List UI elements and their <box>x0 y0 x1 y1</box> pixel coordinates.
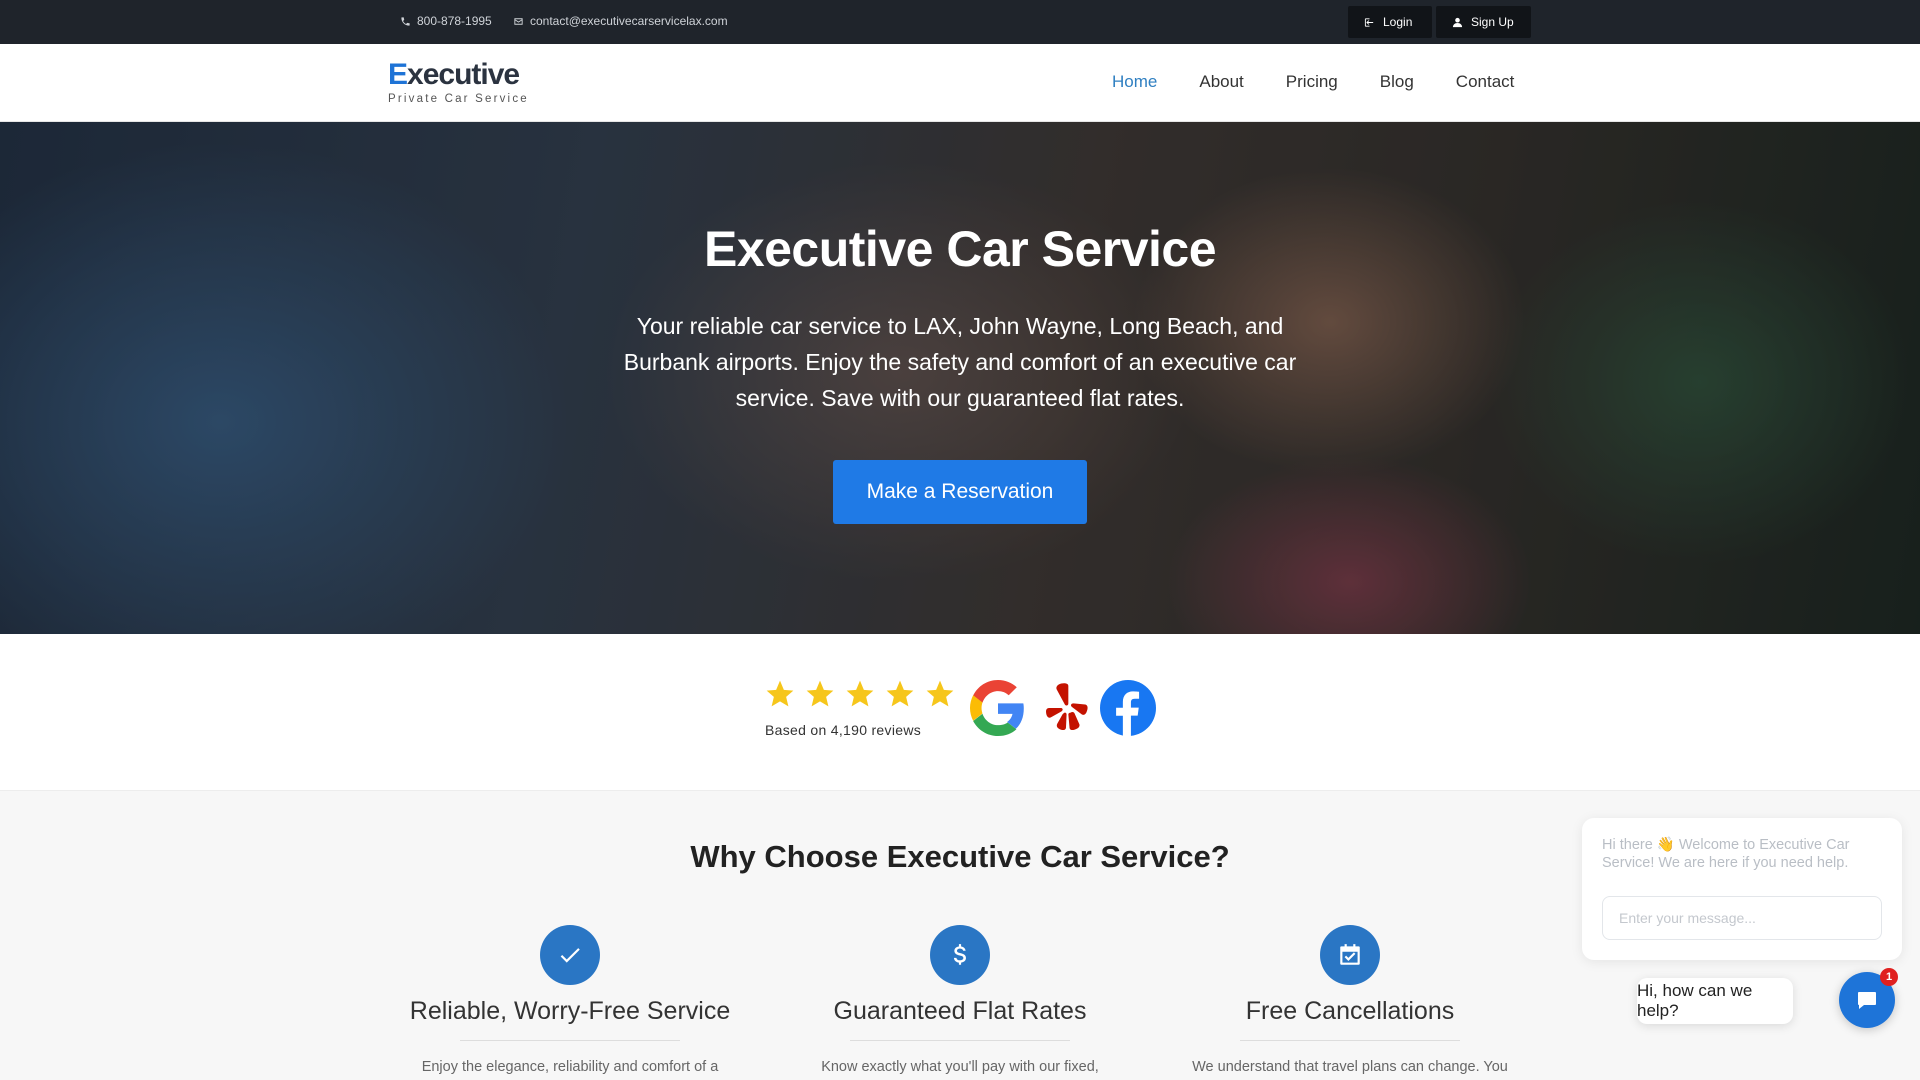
feature-title: Reliable, Worry-Free Service <box>409 997 731 1025</box>
chat-icon <box>1858 992 1876 1009</box>
site-logo[interactable]: Executive Private Car Service <box>388 60 529 106</box>
chat-greeting: Hi there 👋 Welcome to Executive Car Serv… <box>1602 837 1850 871</box>
star-icon <box>924 678 956 710</box>
star-icon <box>804 678 836 710</box>
signup-button[interactable]: Sign Up <box>1436 6 1531 38</box>
feature-divider <box>850 1040 1070 1041</box>
facebook-logo-icon[interactable] <box>1100 680 1156 736</box>
feature-divider <box>1240 1040 1460 1041</box>
google-logo-icon[interactable] <box>970 680 1026 736</box>
user-icon <box>1452 17 1463 27</box>
logo-subtitle: Private Car Service <box>388 93 529 105</box>
why-title-suffix: Executive Car Service? <box>878 839 1230 874</box>
email-address: contact@executivecarservicelax.com <box>530 14 728 28</box>
feature-flat-rates: Guaranteed Flat Rates Know exactly what … <box>780 925 1140 1075</box>
check-icon <box>540 925 600 985</box>
hero-description: Your reliable car service to LAX, John W… <box>623 313 1297 411</box>
unread-badge: 1 <box>1880 968 1898 986</box>
phone-number: 800-878-1995 <box>417 14 492 28</box>
chat-message-input[interactable] <box>1602 896 1882 940</box>
make-reservation-button[interactable]: Make a Reservation <box>833 460 1087 524</box>
nav-home[interactable]: Home <box>1112 72 1157 92</box>
feature-text: We understand that travel plans can chan… <box>1192 1059 1508 1075</box>
email-contact[interactable]: contact@executivecarservicelax.com <box>513 14 728 28</box>
why-title-prefix: Why <box>690 839 765 874</box>
signup-label: Sign Up <box>1471 15 1514 29</box>
feature-text: Enjoy the elegance, reliability and comf… <box>421 1059 719 1075</box>
feature-divider <box>460 1040 680 1041</box>
star-icon <box>884 678 916 710</box>
nav-blog[interactable]: Blog <box>1380 72 1414 92</box>
nav-about[interactable]: About <box>1199 72 1243 92</box>
reviews-count: Based on 4,190 reviews <box>765 722 922 738</box>
chat-prompt-bubble[interactable]: Hi, how can we help? <box>1637 978 1793 1024</box>
envelope-icon <box>514 17 523 25</box>
chat-panel: Hi there 👋 Welcome to Executive Car Serv… <box>1582 818 1902 960</box>
star-rating <box>764 678 956 710</box>
site-header: Executive Private Car Service Home About… <box>0 44 1920 122</box>
star-icon <box>764 678 796 710</box>
login-label: Login <box>1383 15 1413 29</box>
hero-section: Executive Car Service Your reliable car … <box>0 122 1920 634</box>
sign-in-icon <box>1364 17 1374 27</box>
feature-text: Know exactly what you'll pay with our fi… <box>821 1059 1099 1075</box>
feature-free-cancellations: Free Cancellations We understand that tr… <box>1170 925 1530 1075</box>
nav-contact[interactable]: Contact <box>1456 72 1515 92</box>
nav-pricing[interactable]: Pricing <box>1286 72 1338 92</box>
feature-title: Free Cancellations <box>1245 997 1455 1025</box>
logo-title: Executive <box>388 60 529 90</box>
reviews-section: Based on 4,190 reviews <box>0 634 1920 790</box>
logo-rest: xecutive <box>407 58 520 91</box>
hero-title: Executive Car Service <box>703 221 1217 277</box>
top-bar: 800-878-1995 contact@executivecarservice… <box>0 0 1920 44</box>
star-icon <box>844 678 876 710</box>
phone-icon <box>401 16 410 26</box>
dollar-icon <box>930 925 990 985</box>
why-title-bold: Choose <box>764 839 879 874</box>
feature-title: Guaranteed Flat Rates <box>833 997 1087 1025</box>
calendar-check-icon <box>1320 925 1380 985</box>
hero-content: Executive Car Service Your reliable car … <box>0 122 1920 634</box>
yelp-logo-icon[interactable] <box>1038 680 1094 736</box>
login-button[interactable]: Login <box>1348 6 1432 38</box>
phone-contact[interactable]: 800-878-1995 <box>400 14 492 28</box>
main-nav: Home About Pricing Blog Contact <box>1112 72 1556 92</box>
logo-first-letter: E <box>388 58 408 91</box>
feature-reliable: Reliable, Worry-Free Service Enjoy the e… <box>390 925 750 1075</box>
